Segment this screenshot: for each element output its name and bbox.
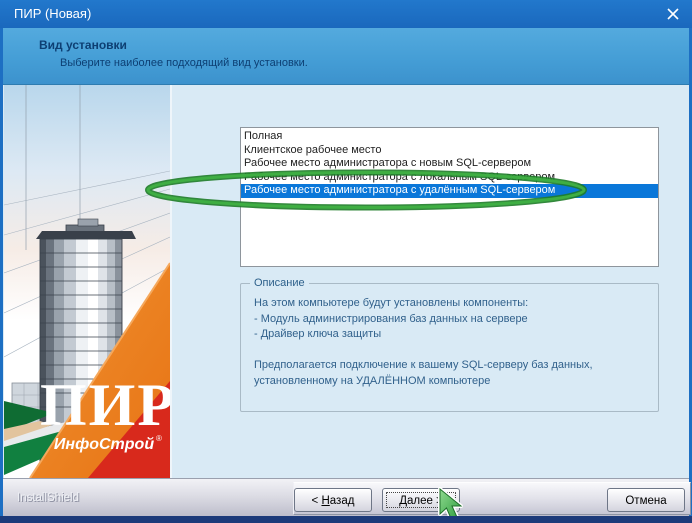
description-line [254, 343, 646, 359]
back-label-prefix: < [311, 495, 322, 507]
cancel-button[interactable]: Отмена [607, 488, 685, 512]
registered-mark: ® [156, 434, 162, 443]
installshield-brand: InstallShield [17, 492, 80, 504]
logo-infostroy-text: ИнфоСтрой [54, 436, 154, 453]
next-label-rest: алее > [406, 495, 443, 507]
install-type-listbox[interactable]: Полная Клиентское рабочее место Рабочее … [240, 127, 659, 267]
step-title: Вид установки [39, 38, 127, 52]
installer-window: { "window": { "title": "ПИР (Новая)", "c… [0, 0, 692, 523]
city-illustration: ПИР ИнфоСтрой ® [4, 85, 170, 478]
description-line: Предполагается подключение к вашему SQL-… [254, 359, 593, 371]
window-bottom-edge [0, 516, 692, 523]
window-title: ПИР (Новая) [14, 6, 92, 21]
wizard-header: Вид установки Выберите наиболее подходящ… [3, 28, 689, 85]
list-item-client[interactable]: Клиентское рабочее место [241, 144, 658, 158]
description-line: установленному на УДАЛЁННОМ компьютере [254, 374, 491, 387]
list-item-admin-local-sql[interactable]: Рабочее место администратора с локальным… [241, 171, 658, 185]
description-line: - Модуль администрирования баз данных на… [254, 312, 528, 325]
back-button[interactable]: < Назад [294, 488, 372, 512]
close-icon [667, 8, 679, 20]
list-item-admin-remote-sql[interactable]: Рабочее место администратора с удалённым… [241, 184, 658, 198]
back-label-rest: азад [329, 495, 355, 507]
close-button[interactable] [663, 4, 683, 24]
branding-artwork: ПИР ИнфоСтрой ® [4, 85, 172, 478]
next-button[interactable]: Далее > [382, 488, 460, 512]
list-item-admin-new-sql[interactable]: Рабочее место администратора с новым SQL… [241, 157, 658, 171]
description-line: - Драйвер ключа защиты [254, 328, 382, 340]
description-title: Описание [250, 277, 309, 289]
back-label-mnemonic: Н [321, 495, 330, 507]
step-subtitle: Выберите наиболее подходящий вид установ… [60, 57, 308, 69]
next-label-mnemonic: Д [399, 495, 407, 507]
description-body: На этом компьютере будут установлены ком… [241, 284, 658, 389]
title-bar: ПИР (Новая) [0, 0, 692, 28]
description-line: На этом компьютере будут установлены ком… [254, 297, 529, 309]
logo-pir-text: ПИР [40, 372, 170, 438]
description-groupbox: Описание На этом компьютере будут устано… [240, 277, 659, 412]
list-item-full[interactable]: Полная [241, 130, 658, 144]
